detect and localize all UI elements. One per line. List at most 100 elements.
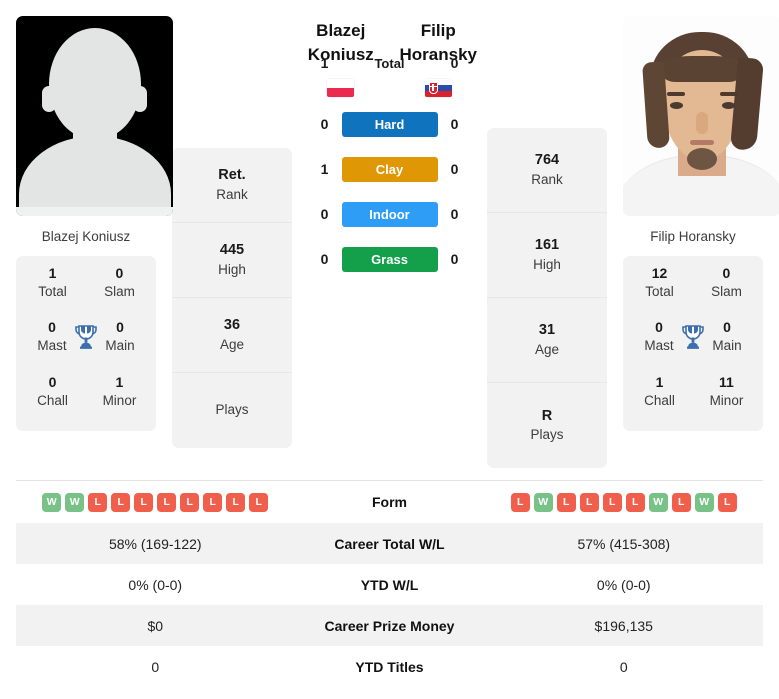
left-high-cell: 445 High xyxy=(172,223,292,298)
silhouette-base-strip xyxy=(16,207,173,216)
right-titles-chall-label: Chall xyxy=(644,392,675,408)
form-badge-loss: L xyxy=(111,492,131,512)
left-ytd-titles: 0 xyxy=(151,658,160,675)
right-rank-card: 764 Rank 161 High 31 Age R Plays xyxy=(487,128,607,468)
form-badge-win: W xyxy=(533,492,553,512)
left-titles-main-label: Main xyxy=(105,338,135,354)
h2h-hard-left-score: 0 xyxy=(320,116,329,133)
portrait-beard xyxy=(686,148,717,170)
portrait-nose xyxy=(695,112,708,134)
right-titles-chall-value: 1 xyxy=(655,373,664,390)
left-high-label: High xyxy=(218,261,246,277)
right-titles-mast-value: 0 xyxy=(655,319,663,336)
right-rank-cell: 764 Rank xyxy=(487,128,607,213)
left-player-flag-wrap xyxy=(296,78,386,97)
table-row: 0 YTD Titles 0 xyxy=(16,646,763,687)
table-row: 58% (169-122) Career Total W/L 57% (415-… xyxy=(16,523,763,564)
right-player-photo[interactable] xyxy=(623,16,779,216)
h2h-row-hard: 0 Hard 0 xyxy=(296,111,483,137)
left-titles-mast-label: Mast xyxy=(37,338,67,354)
left-titles-minor-value: 1 xyxy=(115,373,124,390)
right-titles-row-1: 12 Total 0 Slam xyxy=(623,256,763,310)
left-player-photo[interactable] xyxy=(16,16,173,216)
left-rank-value: Ret. xyxy=(218,167,246,184)
right-titles-chall: 1 Chall xyxy=(637,373,682,409)
right-plays-cell: R Plays xyxy=(487,383,607,468)
row-label-career-total-wl: Career Total W/L xyxy=(334,535,445,552)
right-form-badges: LWLLLLWLWL xyxy=(510,492,737,512)
right-form-cell: LWLLLLWLWL xyxy=(485,492,764,512)
right-titles-row-2: 0 Mast 0 Main xyxy=(623,310,763,364)
left-player-first-name: Blazej xyxy=(316,21,366,40)
h2h-indoor-badge[interactable]: Indoor xyxy=(341,201,438,227)
h2h-row-grass: 0 Grass 0 xyxy=(296,246,483,272)
silhouette-body-icon xyxy=(18,136,171,208)
right-ytd-wl: 0% (0-0) xyxy=(596,576,651,593)
h2h-clay-badge[interactable]: Clay xyxy=(341,156,438,182)
silhouette-head-icon xyxy=(48,28,141,140)
portrait-mouth xyxy=(689,140,714,145)
right-titles-card: 12 Total 0 Slam 0 Mast 0 Main 1 Chall 11… xyxy=(623,256,763,432)
row-label-ytd-wl: YTD W/L xyxy=(360,576,419,593)
left-form-cell: WWLLLLLLLL xyxy=(16,492,295,512)
right-titles-minor-label: Minor xyxy=(709,392,744,408)
portrait-eye-right xyxy=(722,102,735,109)
left-titles-main: 0 Main xyxy=(98,318,142,354)
left-titles-mast-value: 0 xyxy=(48,319,56,336)
form-badge-win: W xyxy=(42,492,62,512)
form-badge-loss: L xyxy=(88,492,108,512)
silhouette-ear-right-icon xyxy=(133,86,147,112)
left-rank-column: Ret. Rank 445 High 36 Age Plays xyxy=(172,0,292,480)
h2h-grass-badge[interactable]: Grass xyxy=(341,246,438,272)
left-ytd-wl: 0% (0-0) xyxy=(128,576,183,593)
right-titles-minor: 11 Minor xyxy=(704,373,749,409)
comparison-table: WWLLLLLLLL Form LWLLLLWLWL 58% (169-122)… xyxy=(0,481,779,687)
left-titles-total-label: Total xyxy=(38,283,67,299)
h2h-row-clay: 1 Clay 0 xyxy=(296,156,483,182)
row-label-ytd-titles: YTD Titles xyxy=(355,658,424,675)
form-badge-loss: L xyxy=(134,492,154,512)
row-label-career-prize-money: Career Prize Money xyxy=(324,617,455,634)
right-titles-total: 12 Total xyxy=(637,264,682,300)
left-plays-cell: Plays xyxy=(172,373,292,448)
left-titles-slam-value: 0 xyxy=(115,265,124,281)
left-titles-mast: 0 Mast xyxy=(30,318,74,354)
right-player-panel: Filip Horansky 12 Total 0 Slam 0 Mast 0 … xyxy=(607,0,779,480)
h2h-total-left-score: 1 xyxy=(320,55,329,72)
form-badge-loss: L xyxy=(157,492,177,512)
form-badge-loss: L xyxy=(602,492,622,512)
left-age-label: Age xyxy=(219,336,245,352)
right-plays-value: R xyxy=(541,407,553,424)
left-titles-row-1: 1 Total 0 Slam xyxy=(16,256,156,310)
left-player-name-caption: Blazej Koniusz xyxy=(41,229,131,244)
right-titles-total-value: 12 xyxy=(651,265,668,281)
portrait-fringe xyxy=(658,56,745,82)
left-titles-minor-label: Minor xyxy=(102,392,137,408)
right-age-cell: 31 Age xyxy=(487,298,607,383)
h2h-grass-right-score: 0 xyxy=(450,251,459,268)
right-titles-row-3: 1 Chall 11 Minor xyxy=(623,365,763,419)
h2h-clay-right-score: 0 xyxy=(450,161,459,178)
portrait-brow-right xyxy=(720,92,738,96)
left-age-value: 36 xyxy=(223,317,241,334)
form-badge-loss: L xyxy=(717,492,737,512)
trophy-icon xyxy=(74,324,98,350)
table-row: $0 Career Prize Money $196,135 xyxy=(16,605,763,646)
left-titles-slam: 0 Slam xyxy=(97,264,142,300)
h2h-hard-badge[interactable]: Hard xyxy=(341,111,438,137)
left-titles-chall: 0 Chall xyxy=(30,373,75,409)
left-form-badges: WWLLLLLLLL xyxy=(42,492,269,512)
right-career-prize-money: $196,135 xyxy=(594,617,653,634)
poland-flag-icon xyxy=(327,78,355,97)
slovakia-flag-icon xyxy=(424,78,452,97)
right-titles-main-value: 0 xyxy=(723,319,731,336)
form-badge-loss: L xyxy=(579,492,599,512)
silhouette-ear-left-icon xyxy=(42,86,56,112)
left-rank-card: Ret. Rank 445 High 36 Age Plays xyxy=(172,148,292,448)
right-plays-label: Plays xyxy=(530,427,564,443)
right-rank-value: 764 xyxy=(534,152,560,169)
table-row: WWLLLLLLLL Form LWLLLLWLWL xyxy=(16,481,763,523)
right-high-value: 161 xyxy=(534,237,560,254)
left-titles-card: 1 Total 0 Slam 0 Mast 0 Main 0 Chall 1 M… xyxy=(16,256,156,432)
right-age-value: 31 xyxy=(538,322,556,339)
